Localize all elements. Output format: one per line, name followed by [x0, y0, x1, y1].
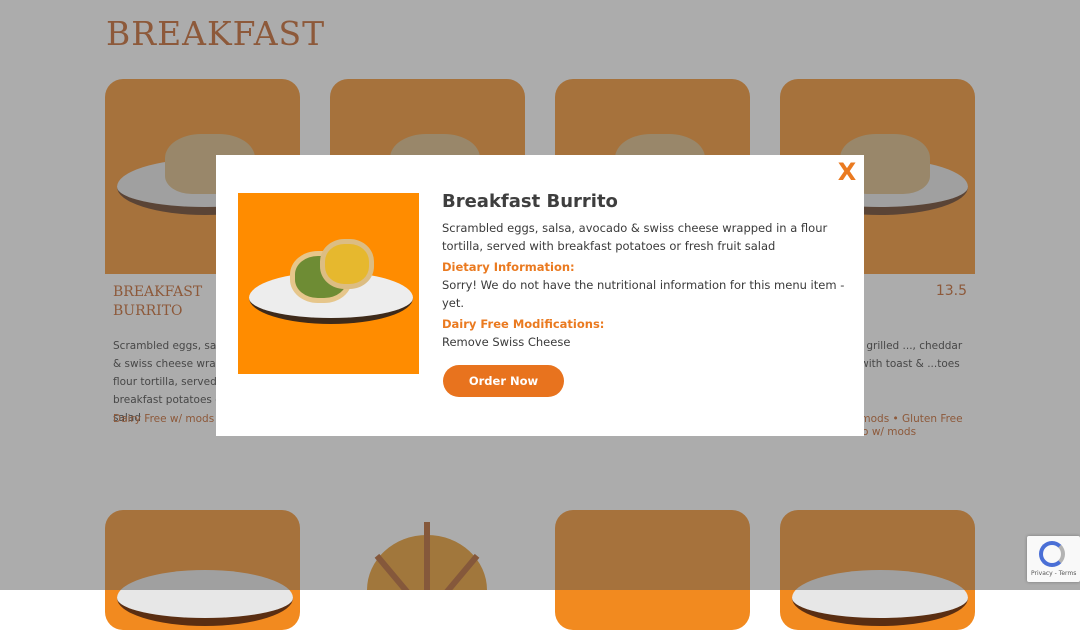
- recaptcha-links[interactable]: Privacy - Terms: [1031, 570, 1076, 577]
- dietary-info-text: Sorry! We do not have the nutritional in…: [442, 278, 845, 310]
- modal-item-image: [238, 193, 419, 374]
- burrito-graphic: [320, 239, 374, 289]
- close-button[interactable]: X: [837, 158, 857, 186]
- recaptcha-badge[interactable]: Privacy - Terms: [1027, 536, 1080, 582]
- dietary-info-label: Dietary Information:: [442, 260, 575, 274]
- modal-description: Scrambled eggs, salsa, avocado & swiss c…: [442, 221, 828, 253]
- recaptcha-icon: [1039, 541, 1065, 567]
- order-now-button[interactable]: Order Now: [443, 365, 564, 397]
- modal-title: Breakfast Burrito: [442, 191, 618, 212]
- menu-item-modal: X Breakfast Burrito Scrambled eggs, sals…: [216, 155, 864, 436]
- dairy-free-mods-text: Remove Swiss Cheese: [442, 335, 571, 349]
- dairy-free-mods-label: Dairy Free Modifications:: [442, 317, 605, 331]
- modal-body: Breakfast Burrito Scrambled eggs, salsa,…: [442, 191, 846, 351]
